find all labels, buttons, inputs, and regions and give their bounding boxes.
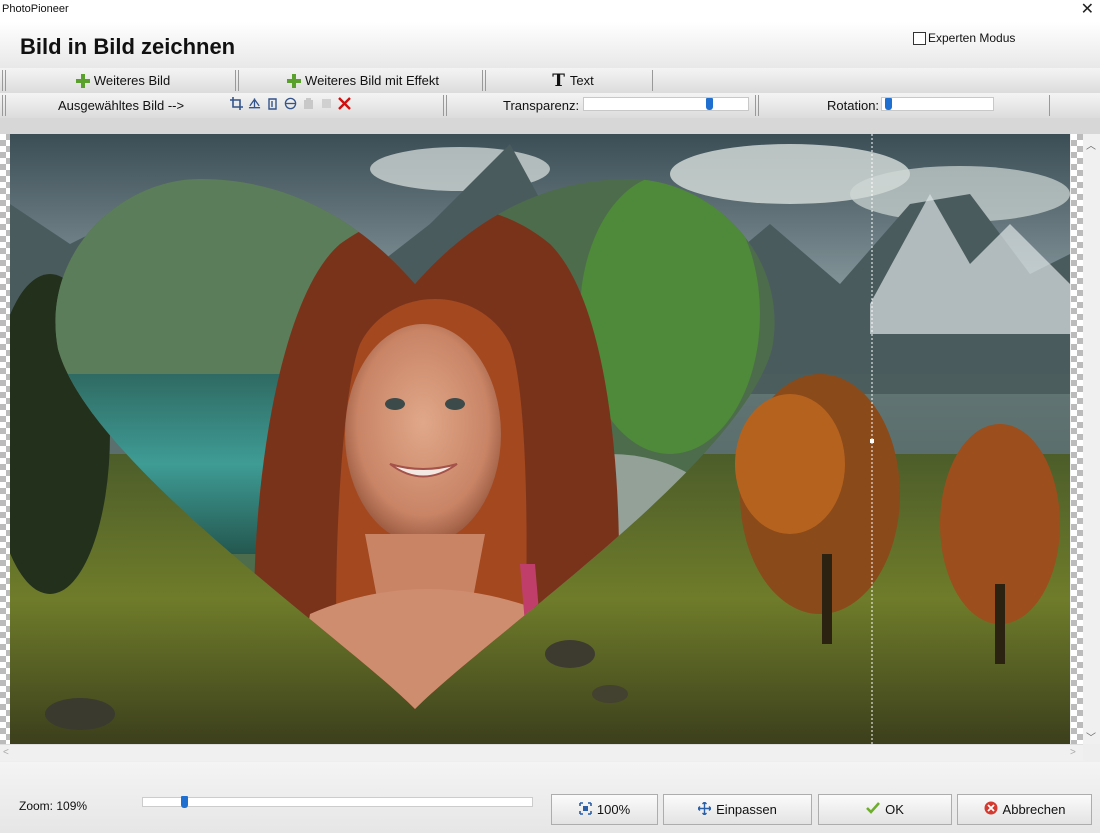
close-icon[interactable]: ✕ (1081, 0, 1094, 20)
window-titlebar: PhotoPioneer ✕ (0, 0, 1100, 22)
transparency-slider-thumb[interactable] (706, 98, 713, 110)
dialog-header: Bild in Bild zeichnen Experten Modus (0, 22, 1100, 68)
zoom-label: Zoom: 109% (19, 799, 88, 813)
toolbar-row-1: Weiteres Bild Weiteres Bild mit Effekt T… (0, 68, 1100, 93)
plus-icon (287, 73, 302, 88)
layer-icon[interactable] (284, 96, 297, 111)
app-name: PhotoPioneer (2, 3, 69, 15)
zoom-slider-thumb[interactable] (181, 796, 188, 808)
horizontal-scrollbar[interactable]: < > (0, 744, 1083, 761)
text-label: Text (569, 73, 594, 88)
transparency-label: Transparenz: (503, 98, 580, 113)
checkbox-box[interactable] (913, 31, 926, 45)
canvas-area: ︿ ﹀ < > (0, 134, 1100, 762)
cancel-button[interactable]: Abbrechen (957, 794, 1092, 825)
flip-icon[interactable] (248, 96, 261, 111)
transparency-checker-right (1071, 134, 1083, 744)
crop-icon[interactable] (230, 96, 243, 111)
selected-image-label: Ausgewähltes Bild --> (58, 98, 185, 113)
rotation-slider[interactable] (881, 97, 994, 111)
paste-icon[interactable] (320, 96, 333, 111)
toolbar-separator (443, 95, 447, 116)
rotation-slider-thumb[interactable] (885, 98, 892, 110)
ok-label: OK (885, 802, 904, 817)
vertical-scrollbar[interactable]: ︿ ﹀ (1083, 134, 1100, 744)
text-icon: T (552, 70, 565, 91)
zoom-slider[interactable] (142, 796, 533, 808)
plus-icon (75, 73, 90, 88)
copy-icon[interactable] (302, 96, 315, 111)
expert-mode-label: Experten Modus (928, 31, 1016, 45)
add-image-label: Weiteres Bild (93, 73, 171, 88)
delete-icon[interactable] (338, 96, 351, 111)
add-image-effect-button[interactable]: Weiteres Bild mit Effekt (246, 69, 480, 92)
toolbar-row-2: Ausgewähltes Bild --> Transparenz: Rotat… (0, 93, 1100, 118)
scroll-left-icon[interactable]: < (3, 747, 9, 758)
toolbar-separator (2, 95, 6, 116)
fit-size-icon (579, 801, 592, 818)
toolbar-separator (482, 70, 486, 91)
fit-button[interactable]: Einpassen (663, 794, 812, 825)
cancel-icon (984, 801, 998, 818)
fit-label: Einpassen (716, 802, 777, 817)
add-image-button[interactable]: Weiteres Bild (12, 69, 234, 92)
toolbar-separator (235, 70, 239, 91)
background-landscape-image[interactable] (10, 134, 1070, 744)
scroll-right-icon[interactable]: > (1070, 747, 1076, 758)
selected-image-actions (230, 96, 351, 111)
rotate-icon[interactable] (266, 96, 279, 111)
zoom-100-label: 100% (596, 802, 631, 817)
toolbar-separator (2, 70, 6, 91)
checkmark-icon (866, 802, 881, 817)
canvas-top-border (0, 118, 1100, 134)
page-title: Bild in Bild zeichnen (20, 34, 236, 59)
toolbar-separator (1049, 95, 1050, 116)
expert-mode-checkbox[interactable]: Experten Modus (913, 31, 1015, 45)
scroll-down-icon[interactable]: ﹀ (1086, 729, 1096, 744)
cancel-label: Abbrechen (1002, 802, 1066, 817)
dialog-footer: Zoom: 109% 100% Einpassen OK Abbrechen (0, 762, 1100, 833)
move-arrows-icon (697, 801, 712, 818)
scroll-up-icon[interactable]: ︿ (1086, 137, 1096, 152)
add-image-effect-label: Weiteres Bild mit Effekt (305, 73, 439, 88)
transparency-slider[interactable] (583, 97, 749, 111)
zoom-100-button[interactable]: 100% (551, 794, 658, 825)
rotation-label: Rotation: (827, 98, 880, 113)
toolbar-separator (652, 70, 653, 91)
toolbar-separator (755, 95, 759, 116)
ok-button[interactable]: OK (818, 794, 952, 825)
text-button[interactable]: T Text (494, 69, 652, 92)
